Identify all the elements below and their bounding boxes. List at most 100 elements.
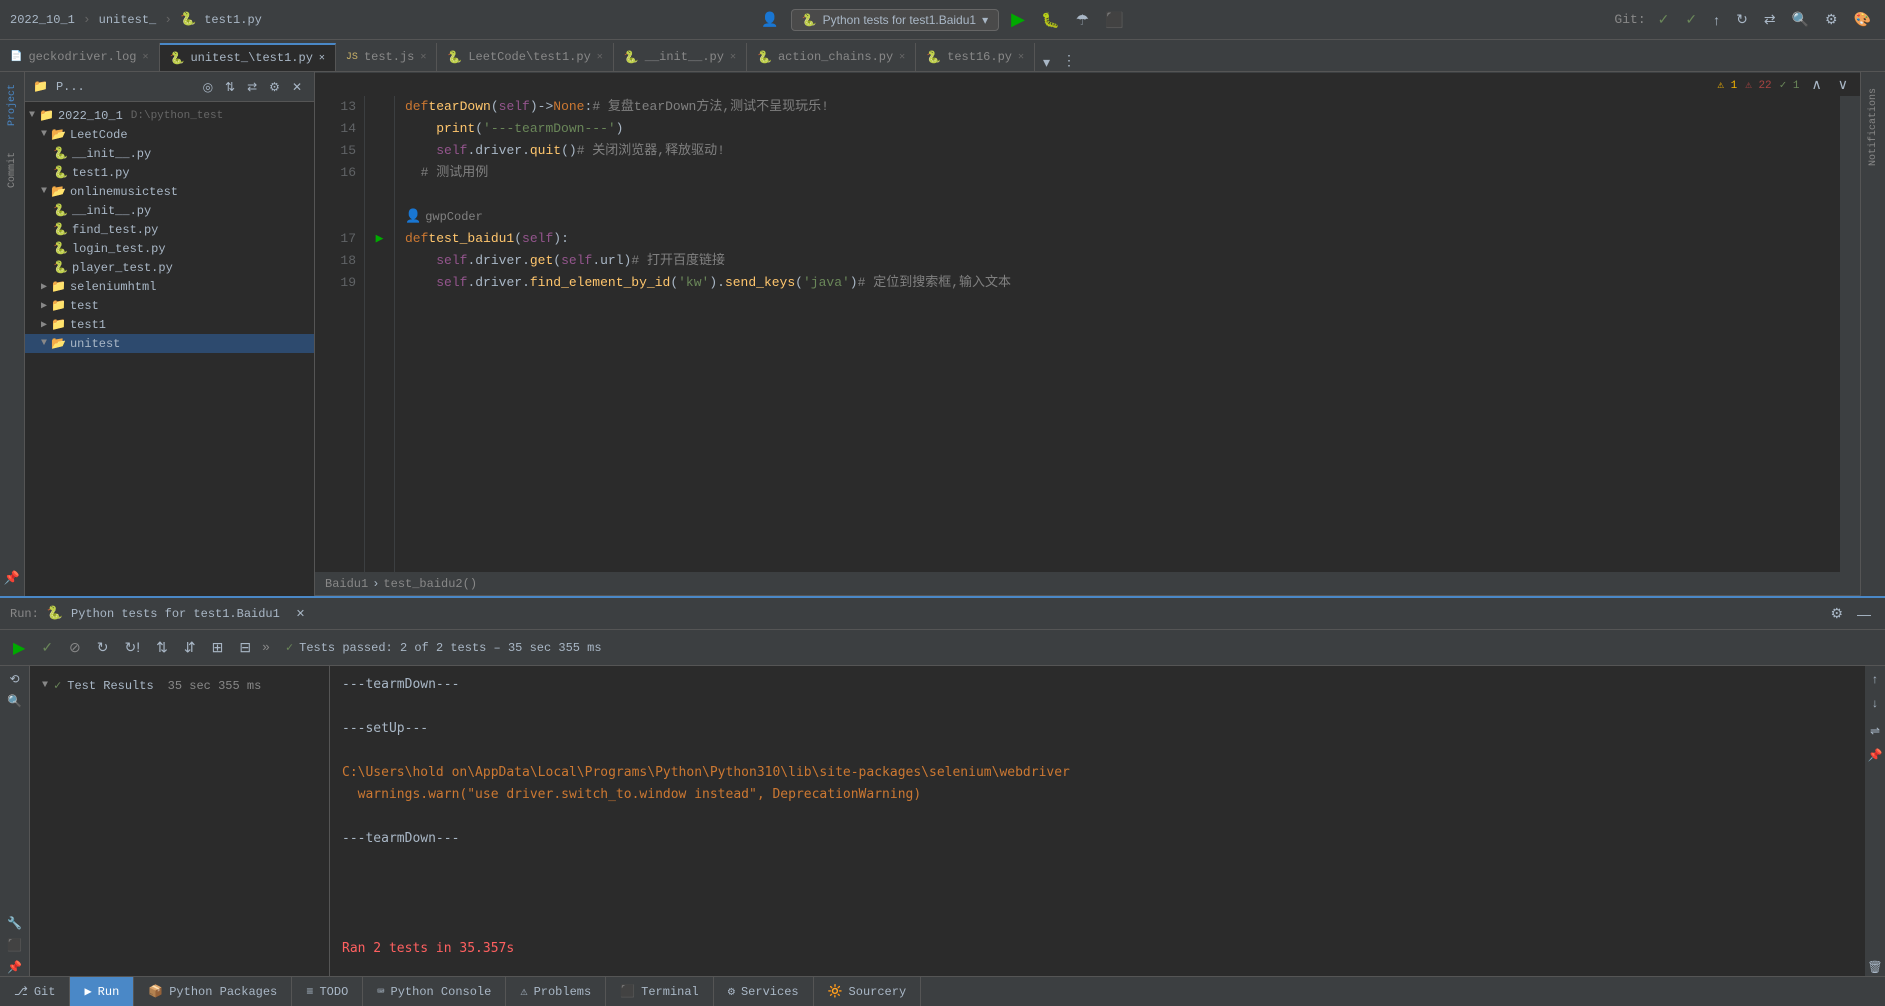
coverage-button[interactable]: ☂ <box>1072 9 1093 31</box>
run-scroll-up[interactable]: ↑ <box>1868 670 1882 688</box>
run-sidebar-btn2[interactable]: 🔍 <box>3 692 26 710</box>
tree-onlinemusic[interactable]: ▼ 📂 onlinemusictest <box>25 182 314 201</box>
tab-init[interactable]: 🐍 __init__.py ✕ <box>614 43 747 71</box>
git-check2-icon[interactable]: ✓ <box>1681 9 1701 30</box>
run-config-button[interactable]: 🐍 Python tests for test1.Baidu1 ▾ <box>791 9 999 31</box>
breadcrumb-sep2: › <box>164 12 172 27</box>
breadcrumb-file[interactable]: test1.py <box>204 13 262 27</box>
tree-leetcode[interactable]: ▼ 📂 LeetCode <box>25 125 314 144</box>
folder-icon-unitest: 📂 <box>51 336 66 351</box>
run-close-tab-btn[interactable]: ✕ <box>292 605 309 622</box>
run-expand-all-btn[interactable]: ⊞ <box>207 636 229 659</box>
run-minimize-icon[interactable]: — <box>1853 603 1875 624</box>
tab-test1py[interactable]: 🐍 unitest_\test1.py ✕ <box>160 43 336 71</box>
run-sidebar-btn1[interactable]: ⟲ <box>5 670 23 688</box>
breadcrumb-project[interactable]: 2022_10_1 <box>10 13 75 27</box>
run-arrow-17[interactable]: ▶ <box>365 228 394 250</box>
tree-seleniumhtml[interactable]: ▶ 📁 seleniumhtml <box>25 277 314 296</box>
console-output[interactable]: ---tearmDown--- ---setUp--- C:\Users\hol… <box>330 666 1865 976</box>
stop-button[interactable]: ⬛ <box>1101 9 1128 31</box>
tab-close-geckodriver[interactable]: ✕ <box>142 51 148 63</box>
collapse-icon[interactable]: ⇄ <box>243 78 261 96</box>
gear-icon[interactable]: ⚙ <box>265 78 284 96</box>
translate-icon[interactable]: ⇄ <box>1760 9 1780 30</box>
tree-test1[interactable]: ▶ 📁 test1 <box>25 315 314 334</box>
tree-leetcode-test1[interactable]: 🐍 test1.py <box>25 163 314 182</box>
tree-onlinemusic-init[interactable]: 🐍 __init__.py <box>25 201 314 220</box>
locate-icon[interactable]: ◎ <box>199 78 217 96</box>
run-wrap-btn[interactable]: ⇌ <box>1866 722 1884 740</box>
tab-action-chains[interactable]: 🐍 action_chains.py ✕ <box>747 43 916 71</box>
expand-icon[interactable]: ⇅ <box>221 78 239 96</box>
tree-find-test[interactable]: 🐍 find_test.py <box>25 220 314 239</box>
git-check1-icon[interactable]: ✓ <box>1654 9 1674 30</box>
tree-root[interactable]: ▼ 📁 2022_10_1 D:\python_test <box>25 106 314 125</box>
debug-button[interactable]: 🐛 <box>1037 9 1064 31</box>
play-button[interactable]: ▶ <box>1007 7 1029 32</box>
run-play-btn[interactable]: ▶ <box>8 635 30 661</box>
run-sort-desc-btn[interactable]: ⇵ <box>179 636 201 659</box>
tab-leetcode-test1[interactable]: 🐍 LeetCode\test1.py ✕ <box>437 43 613 71</box>
paint-icon-btn[interactable]: 🎨 <box>1850 9 1875 30</box>
right-scrollbar[interactable] <box>1840 96 1860 572</box>
tab-close-init[interactable]: ✕ <box>730 51 736 63</box>
expand-errors-btn[interactable]: ∧ <box>1808 74 1826 95</box>
sidebar-tab-commit[interactable]: Commit <box>3 144 22 196</box>
tree-unitest[interactable]: ▼ 📂 unitest <box>25 334 314 353</box>
status-python-packages[interactable]: 📦 Python Packages <box>134 977 292 1006</box>
breadcrumb-folder[interactable]: unitest_ <box>99 13 157 27</box>
status-problems[interactable]: ⚠ Problems <box>506 977 606 1006</box>
status-todo[interactable]: ≡ TODO <box>292 977 363 1006</box>
run-more-dots: » <box>262 640 270 655</box>
status-git[interactable]: ⎇ Git <box>0 977 70 1006</box>
run-rerun-fail-btn[interactable]: ↻! <box>120 636 146 659</box>
tab-overflow-button[interactable]: ⋮ <box>1058 50 1080 71</box>
tab-test16[interactable]: 🐍 test16.py ✕ <box>916 43 1035 71</box>
run-sidebar-btn3[interactable]: 🔧 <box>3 914 26 932</box>
chevron-onlinemusic: ▼ <box>41 186 47 197</box>
test-tree-root[interactable]: ▼ ✓ Test Results 35 sec 355 ms <box>38 674 321 697</box>
run-collapse-all-btn[interactable]: ⊟ <box>234 636 256 659</box>
run-pin-btn[interactable]: 📌 <box>1864 746 1885 764</box>
status-sourcery[interactable]: 🔆 Sourcery <box>814 977 922 1006</box>
notifications-label[interactable]: Notifications <box>1866 80 1881 174</box>
run-settings-icon[interactable]: ⚙ <box>1826 603 1847 624</box>
settings-icon-btn[interactable]: ⚙ <box>1821 9 1842 30</box>
git-sync-icon[interactable]: ↻ <box>1732 9 1752 30</box>
status-terminal[interactable]: ⬛ Terminal <box>606 977 714 1006</box>
code-content[interactable]: def tearDown(self) -> None: # 复盘tearDown… <box>395 96 1840 572</box>
collapse-errors-btn[interactable]: ∨ <box>1834 74 1852 95</box>
tab-close-testjs[interactable]: ✕ <box>420 51 426 63</box>
run-sidebar-btn4[interactable]: ⬛ <box>3 936 26 954</box>
run-sort-asc-btn[interactable]: ⇅ <box>151 636 173 659</box>
run-trash-btn[interactable]: 🗑 <box>1863 958 1885 976</box>
tree-player-test[interactable]: 🐍 player_test.py <box>25 258 314 277</box>
close-panel-icon[interactable]: ✕ <box>288 78 306 96</box>
pin-icon[interactable]: 📌 <box>4 571 20 586</box>
status-services[interactable]: ⚙ Services <box>714 977 814 1006</box>
tree-login-test[interactable]: 🐍 login_test.py <box>25 239 314 258</box>
run-stop-btn[interactable]: ⊘ <box>64 636 86 659</box>
search-icon-btn[interactable]: 🔍 <box>1788 9 1813 30</box>
tab-close-leetcode[interactable]: ✕ <box>597 51 603 63</box>
tree-leetcode-init[interactable]: 🐍 __init__.py <box>25 144 314 163</box>
git-push-icon[interactable]: ↑ <box>1709 10 1724 30</box>
tab-testjs[interactable]: JS test.js ✕ <box>336 43 437 71</box>
tab-close-test1py[interactable]: ✕ <box>319 52 325 64</box>
status-run[interactable]: ▶ Run <box>70 977 134 1006</box>
tab-label-init: __init__.py <box>645 50 724 64</box>
tree-test[interactable]: ▶ 📁 test <box>25 296 314 315</box>
user-icon-btn[interactable]: 👤 <box>757 9 782 30</box>
run-sidebar-btn5[interactable]: 📌 <box>3 958 26 976</box>
status-python-console[interactable]: ⌨ Python Console <box>363 977 506 1006</box>
sidebar-tab-project[interactable]: Project <box>3 76 22 134</box>
more-tabs-button[interactable]: ▾ <box>1035 54 1058 71</box>
tab-close-action[interactable]: ✕ <box>899 51 905 63</box>
run-rerun-btn[interactable]: ↻ <box>92 636 114 659</box>
run-pass-btn[interactable]: ✓ <box>36 636 58 659</box>
run-panel-body: ⟲ 🔍 🔧 ⬛ 📌 ▼ ✓ Test Results 35 sec 355 ms… <box>0 666 1885 976</box>
tab-close-test16[interactable]: ✕ <box>1018 51 1024 63</box>
console-line-10 <box>342 872 1853 894</box>
tab-geckodriver[interactable]: 📄 geckodriver.log ✕ <box>0 43 160 71</box>
run-scroll-down[interactable]: ↓ <box>1868 694 1882 712</box>
